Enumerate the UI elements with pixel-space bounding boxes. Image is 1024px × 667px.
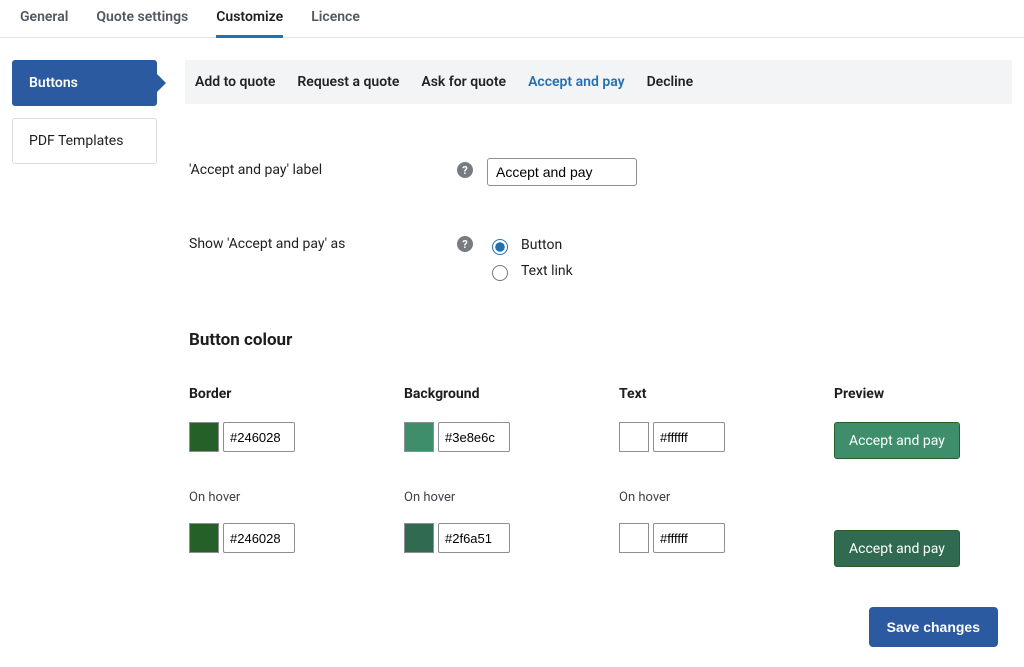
preview-button-hover: Accept and pay	[834, 530, 960, 567]
show-as-button-label: Button	[521, 237, 562, 253]
border-hex-input[interactable]	[223, 422, 295, 452]
show-as-caption: Show 'Accept and pay' as	[189, 232, 457, 252]
background-hover-label: On hover	[404, 490, 619, 505]
subtab-decline[interactable]: Decline	[647, 74, 694, 90]
border-heading: Border	[189, 386, 404, 402]
button-colour-heading: Button colour	[189, 330, 1008, 350]
background-swatch[interactable]	[404, 422, 434, 452]
tab-customize[interactable]: Customize	[216, 0, 283, 38]
help-icon[interactable]: ?	[457, 236, 473, 252]
background-heading: Background	[404, 386, 619, 402]
top-tabs: General Quote settings Customize Licence	[0, 0, 1024, 38]
accept-pay-label-input[interactable]	[487, 158, 637, 186]
text-hover-swatch[interactable]	[619, 523, 649, 553]
border-swatch[interactable]	[189, 422, 219, 452]
sidebar-item-pdf-templates[interactable]: PDF Templates	[12, 118, 157, 164]
preview-heading: Preview	[834, 386, 994, 402]
background-hover-swatch[interactable]	[404, 523, 434, 553]
preview-column: Preview Accept and pay On hover Accept a…	[834, 386, 994, 567]
border-hover-hex-input[interactable]	[223, 523, 295, 553]
text-hex-input[interactable]	[653, 422, 725, 452]
show-as-link-option[interactable]: Text link	[487, 258, 573, 284]
background-hover-hex-input[interactable]	[438, 523, 510, 553]
text-heading: Text	[619, 386, 834, 402]
tab-general[interactable]: General	[20, 0, 68, 38]
show-as-button-radio[interactable]	[492, 239, 508, 255]
subtab-ask-for-quote[interactable]: Ask for quote	[421, 74, 506, 90]
text-hover-hex-input[interactable]	[653, 523, 725, 553]
help-icon[interactable]: ?	[457, 162, 473, 178]
text-swatch[interactable]	[619, 422, 649, 452]
background-column: Background On hover	[404, 386, 619, 567]
sub-tabs: Add to quote Request a quote Ask for quo…	[185, 60, 1012, 104]
preview-button-normal: Accept and pay	[834, 422, 960, 459]
show-as-button-option[interactable]: Button	[487, 232, 573, 258]
subtab-add-to-quote[interactable]: Add to quote	[195, 74, 275, 90]
subtab-accept-and-pay[interactable]: Accept and pay	[528, 74, 624, 90]
background-hex-input[interactable]	[438, 422, 510, 452]
text-hover-label: On hover	[619, 490, 834, 505]
save-changes-button[interactable]: Save changes	[869, 607, 998, 647]
tab-licence[interactable]: Licence	[311, 0, 360, 38]
text-column: Text On hover	[619, 386, 834, 567]
border-hover-label: On hover	[189, 490, 404, 505]
show-as-link-label: Text link	[521, 263, 573, 279]
color-grid: Border On hover Background	[189, 386, 1008, 567]
sidebar: Buttons PDF Templates	[12, 60, 157, 176]
main-panel: Add to quote Request a quote Ask for quo…	[185, 60, 1012, 667]
border-column: Border On hover	[189, 386, 404, 567]
show-as-link-radio[interactable]	[492, 265, 508, 281]
subtab-request-a-quote[interactable]: Request a quote	[297, 74, 399, 90]
sidebar-item-buttons[interactable]: Buttons	[12, 60, 157, 106]
tab-quote-settings[interactable]: Quote settings	[96, 0, 188, 38]
accept-pay-label-caption: 'Accept and pay' label	[189, 158, 457, 178]
border-hover-swatch[interactable]	[189, 523, 219, 553]
